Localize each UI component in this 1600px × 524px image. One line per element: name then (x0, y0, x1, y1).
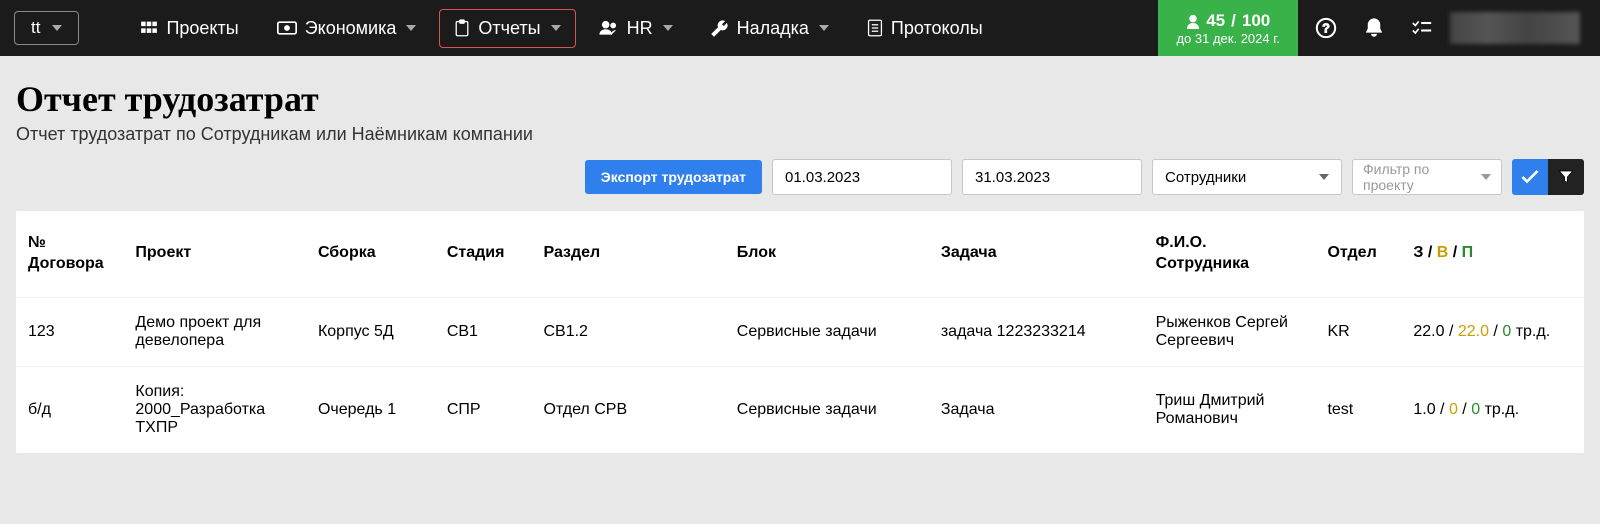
brand-label: tt (31, 18, 40, 38)
nav-economy[interactable]: Экономика (262, 9, 432, 48)
users-icon (599, 20, 619, 36)
filter-button[interactable] (1548, 159, 1584, 195)
checklist-icon (1412, 19, 1432, 37)
page-title: Отчет трудозатрат (16, 78, 1584, 120)
report-table-card: № Договора Проект Сборка Стадия Раздел Б… (16, 211, 1584, 453)
nav-reports-label: Отчеты (478, 18, 540, 39)
nav-protocols-label: Протоколы (891, 18, 983, 39)
list-icon (867, 19, 883, 37)
cell-zvp: 1.0 / 0 / 0 тр.д. (1401, 366, 1584, 453)
project-filter-placeholder: Фильтр по проекту (1363, 161, 1479, 193)
cell-build: Очередь 1 (306, 366, 435, 453)
user-icon (1186, 14, 1200, 29)
apply-filter-button[interactable] (1512, 159, 1548, 195)
report-toolbar: Экспорт трудозатрат Сотрудники Фильтр по… (16, 159, 1584, 195)
nav-hr-label: HR (627, 18, 653, 39)
th-fio: Ф.И.О. Сотрудника (1144, 211, 1316, 297)
cell-section: СВ1.2 (531, 297, 724, 366)
help-button[interactable]: ? (1306, 8, 1346, 48)
nav-economy-label: Экономика (305, 18, 397, 39)
chevron-down-icon (406, 25, 416, 31)
th-v: В (1437, 244, 1449, 261)
cell-dept: KR (1315, 297, 1401, 366)
cell-project: Демо проект для девелопера (123, 297, 306, 366)
cell-stage: СВ1 (435, 297, 532, 366)
table-row[interactable]: б/дКопия: 2000_Разработка ТХПРОчередь 1С… (16, 366, 1584, 453)
chevron-down-icon (52, 25, 62, 31)
cell-block: Сервисные задачи (725, 366, 929, 453)
th-dept: Отдел (1315, 211, 1401, 297)
tasks-button[interactable] (1402, 8, 1442, 48)
user-menu[interactable] (1450, 12, 1580, 44)
money-icon (277, 21, 297, 35)
cell-dept: test (1315, 366, 1401, 453)
nav-protocols[interactable]: Протоколы (852, 9, 998, 48)
bell-icon (1364, 17, 1384, 39)
svg-text:?: ? (1322, 21, 1330, 36)
counter-max: 100 (1242, 11, 1270, 31)
th-project: Проект (123, 211, 306, 297)
nav-reports[interactable]: Отчеты (439, 9, 575, 48)
cell-task: задача 1223233214 (929, 297, 1144, 366)
cell-stage: СПР (435, 366, 532, 453)
subject-select-value: Сотрудники (1165, 169, 1246, 186)
th-z: З (1413, 244, 1423, 261)
cell-project: Копия: 2000_Разработка ТХПР (123, 366, 306, 453)
license-counter[interactable]: 45 / 100 до 31 дек. 2024 г. (1158, 0, 1298, 56)
nav-tuning[interactable]: Наладка (696, 9, 844, 48)
th-p: П (1462, 244, 1474, 261)
grid-icon (140, 19, 158, 37)
nav-hr[interactable]: HR (584, 9, 688, 48)
th-task: Задача (929, 211, 1144, 297)
chevron-down-icon (819, 25, 829, 31)
notifications-button[interactable] (1354, 8, 1394, 48)
export-button[interactable]: Экспорт трудозатрат (585, 160, 762, 194)
th-build: Сборка (306, 211, 435, 297)
th-section: Раздел (531, 211, 724, 297)
brand-dropdown[interactable]: tt (14, 11, 79, 45)
nav-projects[interactable]: Проекты (125, 9, 253, 48)
cell-contract: 123 (16, 297, 123, 366)
chevron-down-icon (663, 25, 673, 31)
check-icon (1521, 170, 1539, 184)
date-to-input[interactable] (962, 159, 1142, 195)
cell-zvp: 22.0 / 22.0 / 0 тр.д. (1401, 297, 1584, 366)
wrench-icon (711, 19, 729, 37)
date-from-input[interactable] (772, 159, 952, 195)
th-zvp: З / В / П (1401, 211, 1584, 297)
cell-contract: б/д (16, 366, 123, 453)
report-table: № Договора Проект Сборка Стадия Раздел Б… (16, 211, 1584, 453)
nav-projects-label: Проекты (166, 18, 238, 39)
chevron-down-icon (1481, 174, 1491, 180)
cell-fio: Рыженков Сергей Сергеевич (1144, 297, 1316, 366)
th-block: Блок (725, 211, 929, 297)
chevron-down-icon (551, 25, 561, 31)
table-row[interactable]: 123Демо проект для девелопераКорпус 5ДСВ… (16, 297, 1584, 366)
th-contract: № Договора (16, 211, 123, 297)
cell-fio: Триш Дмитрий Романович (1144, 366, 1316, 453)
cell-task: Задача (929, 366, 1144, 453)
page-subtitle: Отчет трудозатрат по Сотрудникам или Наё… (16, 124, 1584, 145)
project-filter-select[interactable]: Фильтр по проекту (1352, 159, 1502, 195)
funnel-icon (1558, 169, 1574, 185)
subject-select[interactable]: Сотрудники (1152, 159, 1342, 195)
counter-until: до 31 дек. 2024 г. (1176, 31, 1280, 47)
top-navbar: tt Проекты Экономика Отчеты HR Наладка П… (0, 0, 1600, 56)
cell-section: Отдел СРВ (531, 366, 724, 453)
cell-build: Корпус 5Д (306, 297, 435, 366)
chevron-down-icon (1319, 174, 1329, 180)
nav-tuning-label: Наладка (737, 18, 809, 39)
help-icon: ? (1315, 17, 1337, 39)
th-stage: Стадия (435, 211, 532, 297)
clipboard-icon (454, 19, 470, 37)
cell-block: Сервисные задачи (725, 297, 929, 366)
counter-current: 45 (1206, 11, 1225, 31)
